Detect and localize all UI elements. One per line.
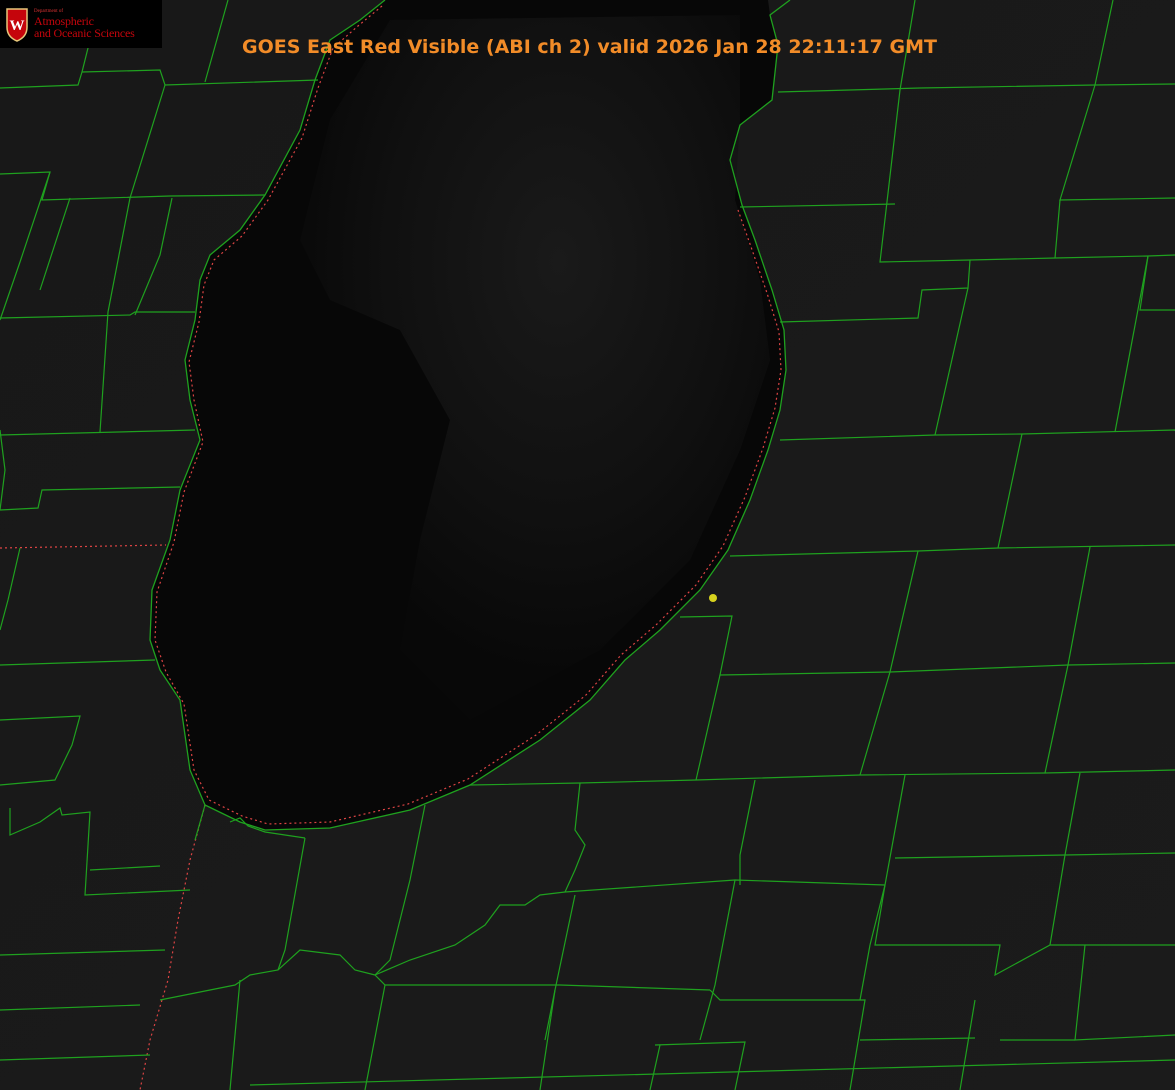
location-marker xyxy=(709,594,717,602)
svg-text:W: W xyxy=(10,18,25,34)
satellite-image-frame: W Department of Atmospheric and Oceanic … xyxy=(0,0,1175,1090)
satellite-map xyxy=(0,0,1175,1090)
logo-text: Department of Atmospheric and Oceanic Sc… xyxy=(34,9,135,39)
image-title: GOES East Red Visible (ABI ch 2) valid 2… xyxy=(0,36,1175,58)
image-title-text: GOES East Red Visible (ABI ch 2) valid 2… xyxy=(242,36,937,58)
